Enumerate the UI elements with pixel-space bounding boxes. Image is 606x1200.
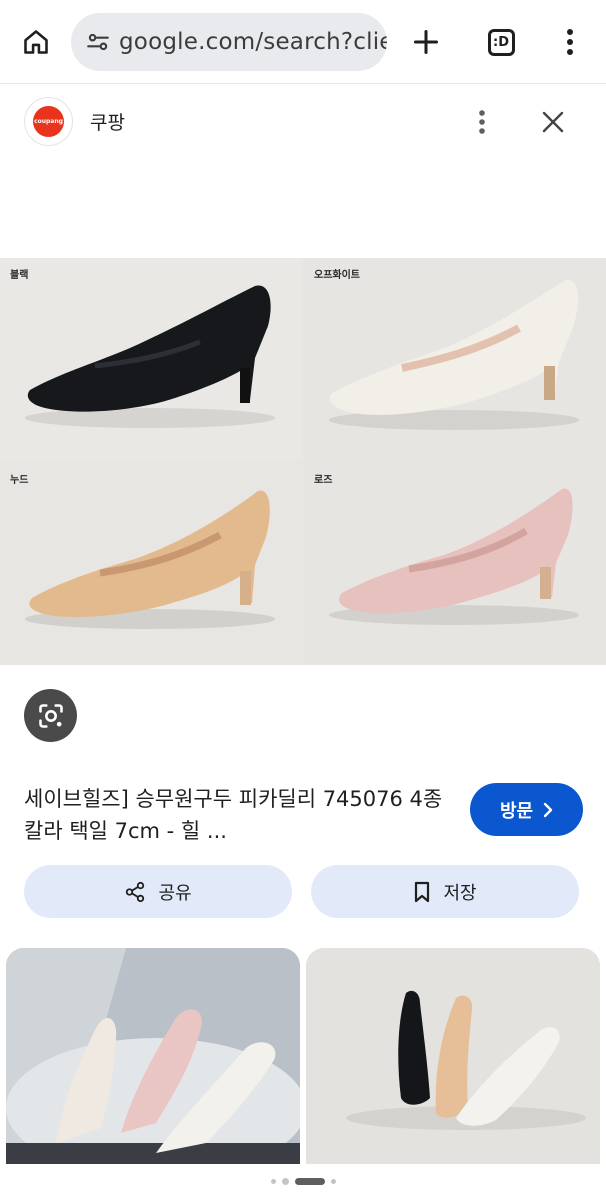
source-logo[interactable]: coupang [24, 97, 73, 146]
related-shoes-image-1 [6, 948, 300, 1164]
related-image[interactable] [6, 948, 300, 1164]
visit-button[interactable]: 방문 [470, 783, 583, 836]
logo-text: coupang [34, 118, 63, 125]
variant-nude: 누드 [0, 463, 302, 665]
more-vert-icon [479, 110, 485, 134]
tab-switcher-button[interactable]: :D [478, 20, 524, 64]
source-header: coupang 쿠팡 [0, 84, 606, 162]
black-shoe-image [25, 285, 275, 428]
tabs-icon: :D [487, 28, 515, 56]
share-button[interactable]: 공유 [24, 865, 292, 918]
page-dot-active [294, 1177, 325, 1185]
share-label: 공유 [158, 882, 192, 904]
visit-label: 방문 [499, 800, 534, 822]
more-vert-icon [567, 29, 573, 55]
related-image[interactable] [306, 948, 600, 1164]
variant-label: 누드 [10, 475, 29, 486]
nude-shoe-image [25, 490, 275, 629]
variant-rose: 로즈 [304, 463, 606, 665]
chevron-right-icon [543, 802, 553, 817]
browser-menu-button[interactable] [552, 22, 588, 62]
variant-black: 블랙 [0, 258, 302, 461]
variant-label: 로즈 [314, 475, 333, 486]
bookmark-icon [415, 881, 430, 902]
lens-icon [38, 703, 63, 728]
product-image[interactable]: 블랙 오프화이트 누드 로즈 [0, 258, 606, 665]
lens-button[interactable] [24, 689, 77, 742]
variant-offwhite: 오프화이트 [304, 258, 606, 461]
variant-label: 블랙 [10, 270, 29, 281]
plus-icon [413, 29, 439, 55]
save-label: 저장 [443, 882, 477, 904]
source-name[interactable]: 쿠팡 [90, 108, 125, 135]
close-button[interactable] [534, 104, 572, 140]
offwhite-shoe-image [329, 279, 579, 430]
url-text: google.com/search?clie [119, 29, 387, 55]
rose-shoe-image [329, 488, 579, 625]
variant-label: 오프화이트 [314, 270, 360, 281]
new-tab-button[interactable] [404, 20, 448, 64]
page-indicator [0, 1172, 606, 1190]
result-title[interactable]: 세이브힐즈] 승무원구두 피카딜리 745076 4종 칼라 택일 7cm - … [24, 783, 464, 847]
page-dot [281, 1177, 289, 1185]
home-button[interactable] [14, 22, 58, 62]
share-icon [126, 881, 145, 902]
related-shoes-image-2 [306, 948, 600, 1164]
more-options-button[interactable] [466, 104, 498, 140]
home-icon [24, 30, 48, 54]
close-icon [542, 111, 564, 133]
page-dot [270, 1178, 276, 1184]
address-bar[interactable]: google.com/search?clie [71, 13, 387, 71]
save-button[interactable]: 저장 [311, 865, 579, 918]
tune-icon[interactable] [83, 27, 113, 57]
browser-toolbar: google.com/search?clie :D [0, 0, 606, 84]
page-dot [330, 1178, 336, 1184]
